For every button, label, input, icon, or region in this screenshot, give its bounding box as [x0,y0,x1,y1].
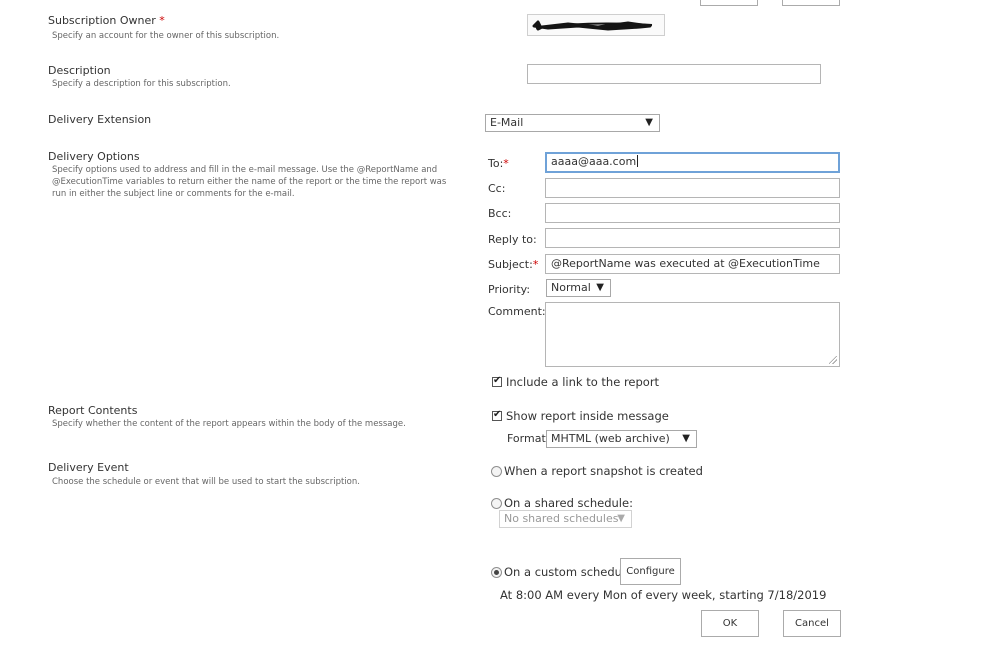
subject-required-mark: * [532,258,539,271]
show-inside-checkbox[interactable] [492,409,502,421]
shared-schedule-label: On a shared schedule: [504,496,633,510]
delivery-extension-title: Delivery Extension [48,113,152,126]
delivery-event-desc: Choose the schedule or event that will b… [52,477,360,487]
triangle-down-icon: ▼ [645,117,653,128]
priority-value: Normal [551,281,591,294]
custom-schedule-label: On a custom schedule [504,565,633,579]
owner-title-text: Subscription Owner [48,14,156,27]
custom-schedule-radio[interactable] [491,567,502,578]
delivery-event-title: Delivery Event [48,461,129,474]
subject-input[interactable]: @ReportName was executed at @ExecutionTi… [545,254,840,274]
triangle-down-icon: ▼ [596,282,604,293]
snapshot-label: When a report snapshot is created [504,464,703,478]
owner-description: Specify an account for the owner of this… [52,31,280,41]
shared-schedule-radio[interactable] [491,498,502,509]
redaction-scribble [532,20,653,31]
cancel-button[interactable]: Cancel [783,610,841,637]
description-title: Description [48,64,111,77]
to-label: To:* [488,157,509,170]
schedule-summary: At 8:00 AM every Mon of every week, star… [500,588,827,602]
text-cursor [637,155,639,167]
description-desc: Specify a description for this subscript… [52,79,231,89]
subject-label-text: Subject: [488,258,533,271]
include-link-label: Include a link to the report [506,375,660,389]
owner-title: Subscription Owner * [48,14,165,27]
owner-required-mark: * [159,14,165,27]
format-value: MHTML (web archive) [551,432,670,445]
resize-grip-icon[interactable] [829,356,837,364]
delivery-options-title: Delivery Options [48,150,140,163]
triangle-down-icon: ▼ [682,433,690,444]
reply-to-label: Reply to: [488,233,537,246]
ok-button[interactable]: OK [701,610,759,637]
cc-input[interactable] [545,178,840,198]
triangle-down-icon: ▼ [617,513,625,524]
to-required-mark: * [503,157,509,170]
top-button-partial-2[interactable] [782,0,840,6]
to-label-text: To: [488,157,504,170]
shared-schedule-value: No shared schedules [504,512,619,525]
reply-to-input[interactable] [545,228,840,248]
priority-label: Priority: [488,283,531,296]
report-contents-desc: Specify whether the content of the repor… [52,419,406,429]
snapshot-radio[interactable] [491,466,502,477]
to-input[interactable]: aaaa@aaa.com [545,152,840,173]
comment-label: Comment: [488,305,546,318]
to-input-value: aaaa@aaa.com [551,155,637,168]
bcc-input[interactable] [545,203,840,223]
priority-select[interactable]: Normal ▼ [546,279,611,297]
shared-schedule-select: No shared schedules ▼ [499,510,632,528]
comment-textarea[interactable] [545,302,840,367]
include-link-checkbox[interactable] [492,375,502,387]
bcc-label: Bcc: [488,207,512,220]
cc-label: Cc: [488,182,506,195]
description-input[interactable] [527,64,821,84]
configure-button[interactable]: Configure [620,558,681,585]
owner-account-redacted [527,14,665,36]
report-contents-title: Report Contents [48,404,138,417]
format-select[interactable]: MHTML (web archive) ▼ [546,430,697,448]
delivery-options-desc: Specify options used to address and fill… [52,165,447,199]
show-inside-label: Show report inside message [506,409,669,423]
subject-label: Subject:* [488,258,538,271]
delivery-extension-value: E-Mail [490,116,524,129]
top-button-partial-1[interactable] [700,0,758,6]
format-label: Format: [507,432,550,445]
delivery-extension-select[interactable]: E-Mail ▼ [485,114,660,132]
